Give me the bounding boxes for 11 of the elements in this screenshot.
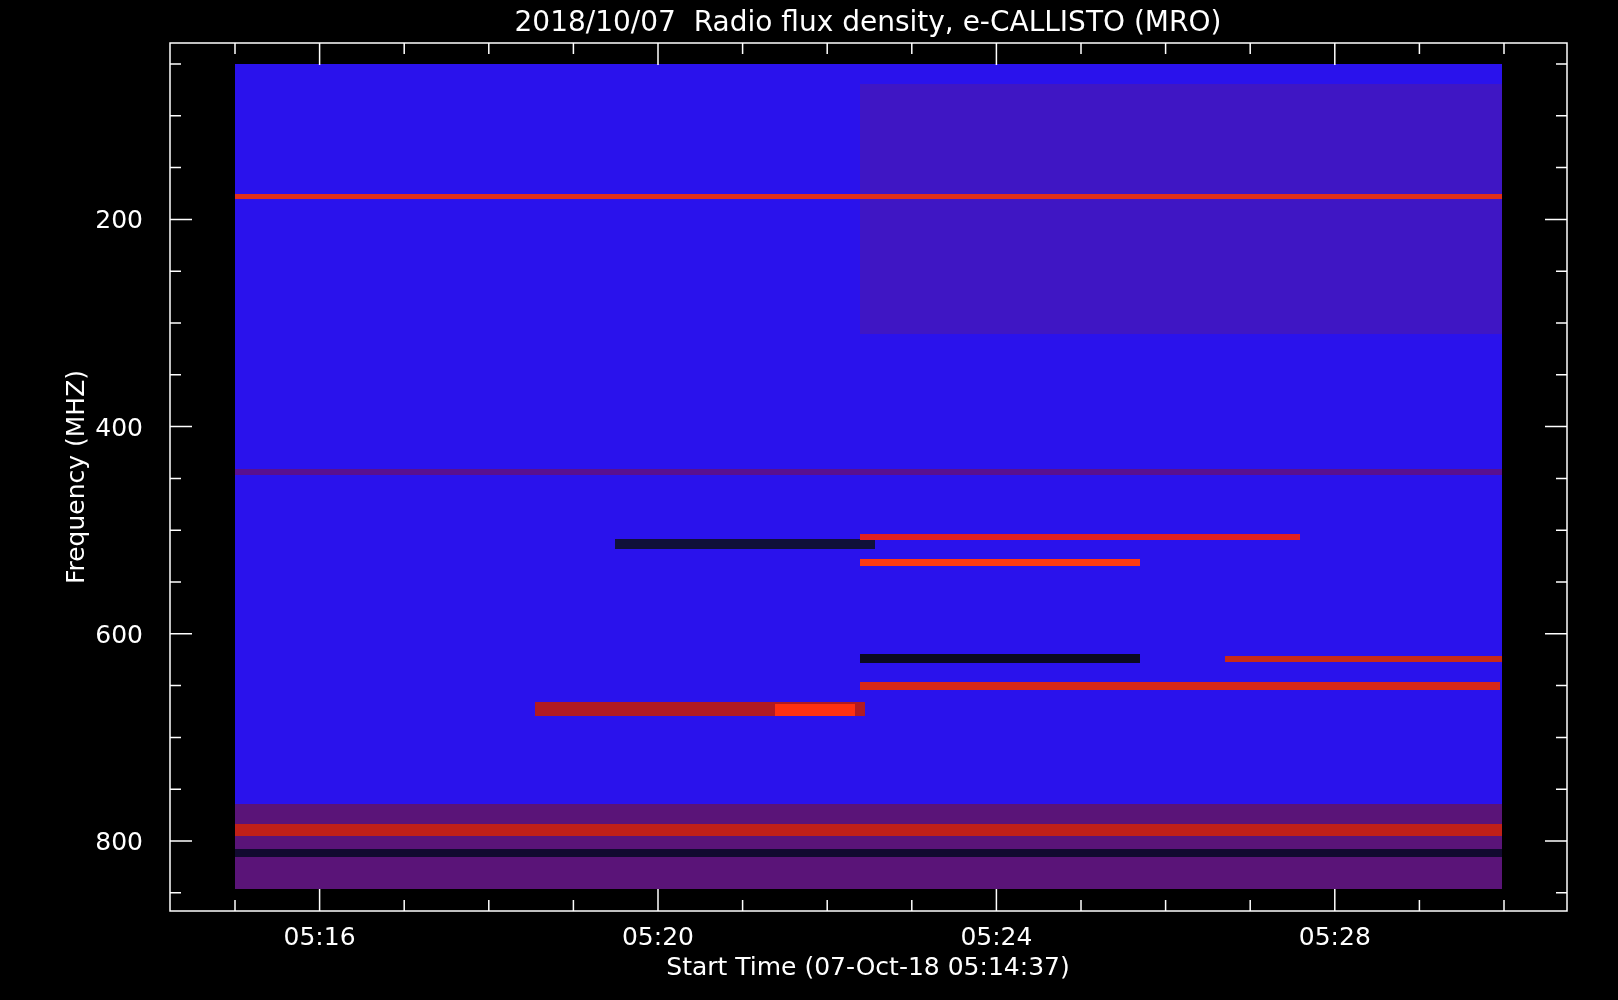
y-axis-label: Frequency (MHZ) xyxy=(61,369,90,585)
tick-label: 600 xyxy=(95,619,143,649)
tick-label: 05:24 xyxy=(960,922,1033,951)
tick-label: 05:28 xyxy=(1298,922,1371,951)
tick-label: 05:16 xyxy=(283,922,356,951)
tick-label: 800 xyxy=(95,827,143,856)
tick-label: 200 xyxy=(95,205,143,235)
plot-title: 2018/10/07 Radio flux density, e-CALLISTO (MRO) xyxy=(514,5,1222,38)
tick-label: 05:20 xyxy=(622,922,694,951)
tick-label: 400 xyxy=(95,412,143,442)
x-axis-label: Start Time (07-Oct-18 05:14:37) xyxy=(666,952,1070,981)
